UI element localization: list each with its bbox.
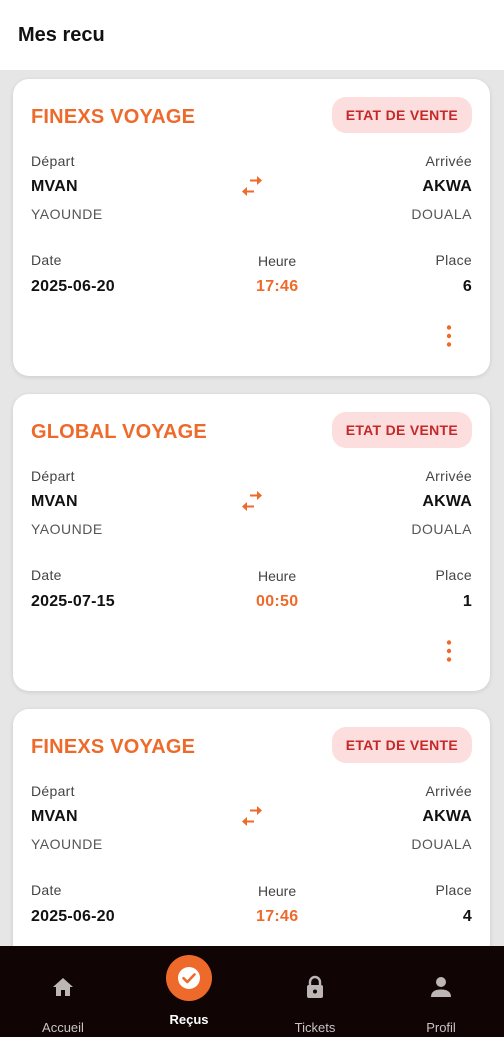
time-value: 17:46 <box>256 278 299 295</box>
departure-label: Départ <box>31 783 75 799</box>
time-label: Heure <box>258 568 297 584</box>
nav-label: Profil <box>426 1020 456 1035</box>
departure-city: YAOUNDE <box>31 206 103 222</box>
nav-item-tickets[interactable]: Tickets <box>252 946 378 1037</box>
lock-icon <box>292 964 338 1010</box>
company-name: FINEXS VOYAGE <box>31 106 196 128</box>
swap-horiz-icon <box>242 176 262 196</box>
nav-item-profil[interactable]: Profil <box>378 946 504 1037</box>
date-value: 2025-06-20 <box>31 908 115 925</box>
swap-horiz-icon <box>242 806 262 826</box>
nav-label: Reçus <box>169 1012 209 1027</box>
arrival-city: DOUALA <box>411 521 472 537</box>
departure-city: YAOUNDE <box>31 836 103 852</box>
arrival-code: AKWA <box>422 178 472 195</box>
departure-label: Départ <box>31 468 75 484</box>
date-label: Date <box>31 567 62 583</box>
arrival-city: DOUALA <box>411 206 472 222</box>
more-vert-icon[interactable] <box>440 639 458 663</box>
arrival-label: Arrivée <box>425 783 472 799</box>
person-icon <box>418 964 464 1010</box>
time-value: 17:46 <box>256 908 299 925</box>
time-label: Heure <box>258 253 297 269</box>
departure-code: MVAN <box>31 808 78 825</box>
date-label: Date <box>31 252 62 268</box>
app-bar: Mes recu <box>0 0 504 70</box>
nav-label: Accueil <box>42 1020 84 1035</box>
nav-item-recus[interactable]: Reçus <box>126 946 252 1037</box>
seat-value: 1 <box>462 593 472 610</box>
status-badge: ETAT DE VENTE <box>331 97 472 133</box>
status-badge: ETAT DE VENTE <box>331 412 472 448</box>
receipt-card[interactable]: FINEXS VOYAGE ETAT DE VENTE Départ Arriv… <box>13 709 490 946</box>
receipt-card[interactable]: GLOBAL VOYAGE ETAT DE VENTE Départ Arriv… <box>13 394 490 691</box>
time-value: 00:50 <box>256 593 299 610</box>
seat-value: 4 <box>462 908 472 925</box>
date-label: Date <box>31 882 62 898</box>
departure-label: Départ <box>31 153 75 169</box>
receipt-list[interactable]: FINEXS VOYAGE ETAT DE VENTE Départ Arriv… <box>0 70 504 946</box>
seat-value: 6 <box>462 278 472 295</box>
departure-code: MVAN <box>31 493 78 510</box>
departure-city: YAOUNDE <box>31 521 103 537</box>
company-name: FINEXS VOYAGE <box>31 736 196 758</box>
nav-label: Tickets <box>294 1020 336 1035</box>
home-icon <box>40 964 86 1010</box>
arrival-code: AKWA <box>422 808 472 825</box>
seat-label: Place <box>435 252 472 268</box>
arrival-city: DOUALA <box>411 836 472 852</box>
date-value: 2025-06-20 <box>31 278 115 295</box>
departure-code: MVAN <box>31 178 78 195</box>
bottom-navigation: Accueil Reçus Tickets Profil <box>0 946 504 1037</box>
check-circle-icon <box>166 955 212 1001</box>
time-label: Heure <box>258 883 297 899</box>
arrival-label: Arrivée <box>425 153 472 169</box>
page-title: Mes recu <box>18 23 105 46</box>
status-badge: ETAT DE VENTE <box>331 727 472 763</box>
seat-label: Place <box>435 882 472 898</box>
seat-label: Place <box>435 567 472 583</box>
more-vert-icon[interactable] <box>440 324 458 348</box>
company-name: GLOBAL VOYAGE <box>31 421 207 443</box>
nav-item-accueil[interactable]: Accueil <box>0 946 126 1037</box>
arrival-label: Arrivée <box>425 468 472 484</box>
arrival-code: AKWA <box>422 493 472 510</box>
date-value: 2025-07-15 <box>31 593 115 610</box>
receipt-card[interactable]: FINEXS VOYAGE ETAT DE VENTE Départ Arriv… <box>13 79 490 376</box>
swap-horiz-icon <box>242 491 262 511</box>
